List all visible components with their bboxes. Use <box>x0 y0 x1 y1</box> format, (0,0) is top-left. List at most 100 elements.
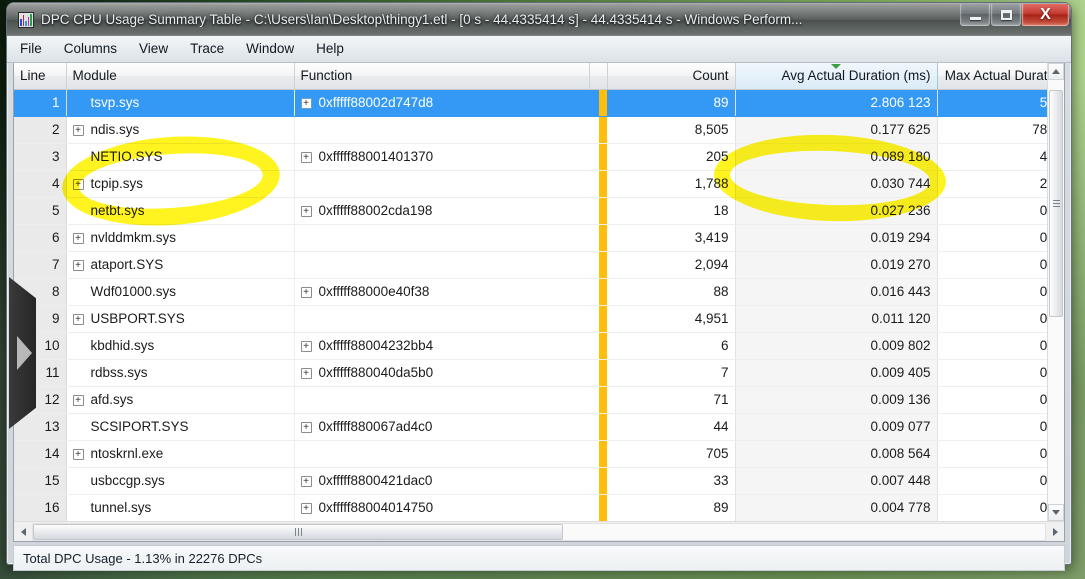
vertical-scroll-track[interactable] <box>1048 80 1064 504</box>
color-swatch-icon <box>599 386 607 412</box>
column-header-count[interactable]: Count <box>607 63 736 90</box>
cell-function[interactable] <box>293 170 589 198</box>
cell-function[interactable]: +0xfffff880067ad4c0 <box>293 413 589 441</box>
module-label: netbt.sys <box>90 203 145 218</box>
scroll-right-button[interactable] <box>1046 523 1064 541</box>
cell-module[interactable]: + tcpip.sys <box>66 170 294 198</box>
table-row[interactable]: 4 + tcpip.sys 1,7880.030 7442. <box>14 170 1047 198</box>
expand-toggle-icon[interactable]: + <box>72 394 84 406</box>
minimize-button[interactable] <box>960 4 990 26</box>
table-row[interactable]: 12+afd.sys710.009 1360. <box>14 386 1047 414</box>
cell-function[interactable]: +0xfffff880040da5b0 <box>293 359 589 387</box>
scroll-up-button[interactable] <box>1048 63 1064 80</box>
cell-module[interactable]: + ndis.sys <box>66 116 294 144</box>
expand-toggle-icon[interactable]: + <box>300 421 312 433</box>
table-row[interactable]: 15 usbccgp.sys +0xfffff8800421dac0 33 0.007 … <box>14 467 1047 495</box>
cell-function[interactable]: +0xfffff88004014750 <box>293 494 589 521</box>
expand-toggle-icon[interactable]: + <box>300 205 312 217</box>
table-row[interactable]: 9+USBPORT.SYS4,9510.011 1200. <box>14 305 1047 333</box>
expand-panel-tab[interactable] <box>9 277 36 429</box>
close-button[interactable]: X <box>1022 4 1069 26</box>
column-header-function[interactable]: Function <box>294 63 590 90</box>
horizontal-scroll-track[interactable] <box>32 522 1046 541</box>
expand-toggle-icon[interactable]: + <box>300 502 312 514</box>
menu-item-view[interactable]: View <box>139 38 180 60</box>
menu-item-columns[interactable]: Columns <box>64 38 129 60</box>
table-row[interactable]: 2 + ndis.sys 8,5050.177 62578. <box>14 116 1047 144</box>
cell-module[interactable]: + ataport.SYS <box>66 251 294 279</box>
table-row[interactable]: 10 kbdhid.sys +0xfffff88004232bb4 6 0.009 80… <box>14 332 1047 360</box>
horizontal-scrollbar[interactable] <box>14 521 1064 541</box>
cell-module[interactable]: Wdf01000.sys <box>66 278 294 306</box>
cell-function[interactable] <box>293 305 589 333</box>
menu-item-file[interactable]: File <box>20 38 54 60</box>
scroll-down-button[interactable] <box>1048 504 1064 521</box>
cell-function[interactable]: +0xfffff88002cda198 <box>293 197 589 225</box>
cell-function[interactable] <box>293 440 589 468</box>
vertical-scroll-thumb[interactable] <box>1049 90 1063 317</box>
horizontal-scroll-thumb[interactable] <box>33 523 563 540</box>
cell-function[interactable]: +0xfffff88000e40f38 <box>293 278 589 306</box>
table-row[interactable]: 3 NETIO.SYS +0xfffff88001401370 205 0.089 18… <box>14 143 1047 171</box>
cell-module[interactable]: + afd.sys <box>66 386 294 414</box>
menu-item-window[interactable]: Window <box>246 38 306 60</box>
table-row[interactable]: 6 + nvlddmkm.sys 3,4190.019 2940. <box>14 224 1047 252</box>
expand-toggle-icon[interactable]: + <box>300 367 312 379</box>
scroll-left-button[interactable] <box>14 523 32 541</box>
menu-item-trace[interactable]: Trace <box>190 38 236 60</box>
table-row[interactable]: 1 tsvp.sys +0xfffff88002d747d8 89 2.806 123 5… <box>14 89 1047 117</box>
menu-item-help[interactable]: Help <box>316 38 356 60</box>
table-row[interactable]: 8 Wdf01000.sys +0xfffff88000e40f38 88 0.016 … <box>14 278 1047 306</box>
cell-function[interactable] <box>293 224 589 252</box>
cell-count: 7 <box>607 359 735 387</box>
expand-toggle-icon[interactable]: + <box>300 151 312 163</box>
cell-module[interactable]: SCSIPORT.SYS <box>66 413 294 441</box>
table-row[interactable]: 7 + ataport.SYS 2,0940.019 2700. <box>14 251 1047 279</box>
expand-toggle-icon[interactable]: + <box>72 232 84 244</box>
table-row[interactable]: 16 tunnel.sys +0xfffff88004014750 89 0.004 7… <box>14 494 1047 521</box>
column-header-avg-actual-duration[interactable]: Avg Actual Duration (ms) <box>734 63 938 90</box>
cell-function[interactable]: +0xfffff88004232bb4 <box>293 332 589 360</box>
cell-module[interactable]: tunnel.sys <box>66 494 294 521</box>
column-header-line[interactable]: Line <box>14 63 67 90</box>
column-header-max-actual-duration[interactable]: Max Actual Durati <box>937 63 1047 90</box>
cell-function[interactable]: +0xfffff88001401370 <box>293 143 589 171</box>
chevron-down-icon <box>1052 510 1060 515</box>
cell-module[interactable]: + USBPORT.SYS <box>66 305 294 333</box>
table-row[interactable]: 13 SCSIPORT.SYS +0xfffff880067ad4c0 44 0.009… <box>14 413 1047 441</box>
vertical-scrollbar[interactable] <box>1047 63 1064 521</box>
table-row[interactable]: 11 rdbss.sys +0xfffff880040da5b0 7 0.009 405… <box>14 359 1047 387</box>
cell-color-swatch <box>589 143 607 171</box>
cell-module[interactable]: rdbss.sys <box>66 359 294 387</box>
cell-function[interactable]: +0xfffff8800421dac0 <box>293 467 589 495</box>
table-header: Line Module Function Count Avg Actual Du… <box>14 63 1047 90</box>
expand-toggle-icon[interactable]: + <box>72 313 84 325</box>
cell-module[interactable]: netbt.sys <box>66 197 294 225</box>
expand-toggle-icon[interactable]: + <box>72 259 84 271</box>
cell-module[interactable]: + nvlddmkm.sys <box>66 224 294 252</box>
expand-toggle-icon[interactable]: + <box>300 340 312 352</box>
cell-module[interactable]: kbdhid.sys <box>66 332 294 360</box>
expand-toggle-icon[interactable]: + <box>72 124 84 136</box>
column-header-swatch[interactable] <box>589 63 608 90</box>
data-grid[interactable]: Line Module Function Count Avg Actual Du… <box>14 63 1047 521</box>
expand-toggle-icon[interactable]: + <box>72 448 84 460</box>
cell-max-actual-duration: 0. <box>937 332 1047 360</box>
cell-module[interactable]: NETIO.SYS <box>66 143 294 171</box>
table-row[interactable]: 14 + ntoskrnl.exe 7050.008 5640. <box>14 440 1047 468</box>
table-row[interactable]: 5 netbt.sys +0xfffff88002cda198 18 0.027 236… <box>14 197 1047 225</box>
expand-toggle-icon[interactable]: + <box>300 286 312 298</box>
maximize-button[interactable] <box>991 4 1021 26</box>
cell-module[interactable]: + ntoskrnl.exe <box>66 440 294 468</box>
cell-module[interactable]: tsvp.sys <box>66 89 294 117</box>
cell-function[interactable] <box>293 251 589 279</box>
cell-function[interactable] <box>293 386 589 414</box>
expand-toggle-icon[interactable]: + <box>72 178 84 190</box>
module-label: SCSIPORT.SYS <box>90 419 189 434</box>
expand-toggle-icon[interactable]: + <box>300 97 312 109</box>
expand-toggle-icon[interactable]: + <box>300 475 312 487</box>
cell-function[interactable]: +0xfffff88002d747d8 <box>293 89 589 117</box>
column-header-module[interactable]: Module <box>66 63 295 90</box>
cell-module[interactable]: usbccgp.sys <box>66 467 294 495</box>
cell-function[interactable] <box>293 116 589 144</box>
